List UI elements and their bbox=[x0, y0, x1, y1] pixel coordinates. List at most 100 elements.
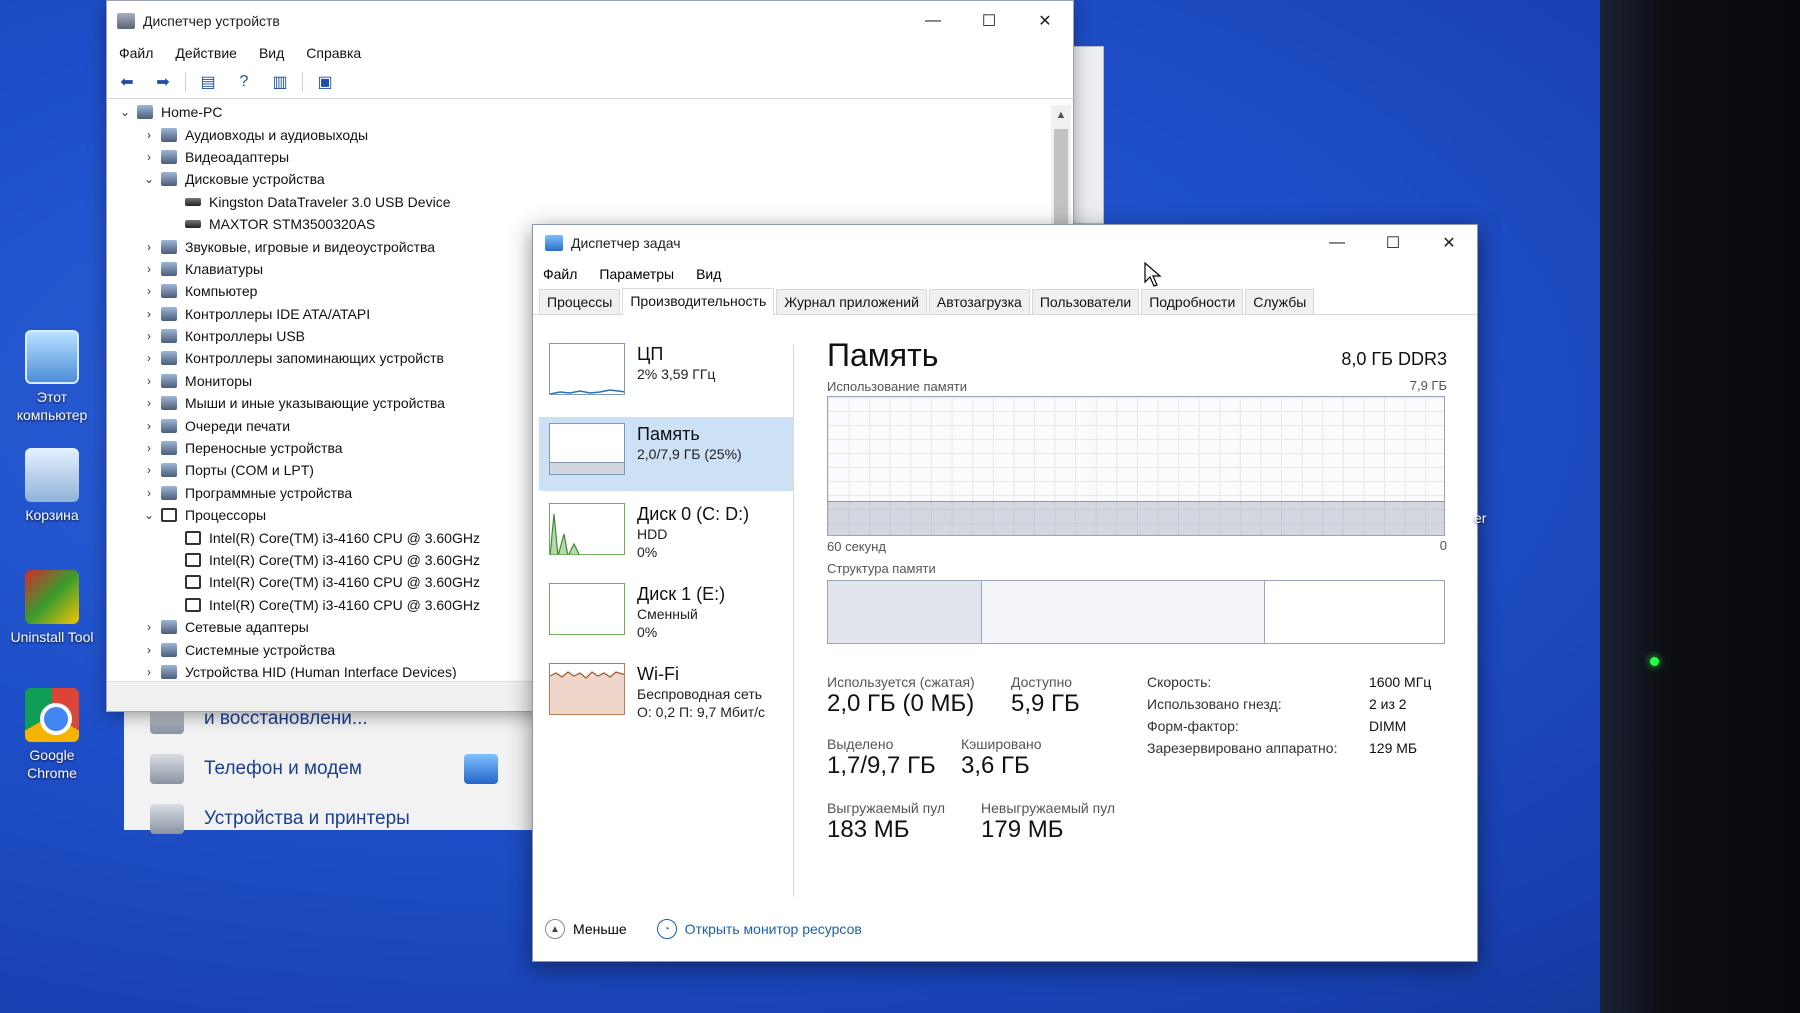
close-button[interactable]: ✕ bbox=[1017, 1, 1073, 41]
minimize-button[interactable]: — bbox=[905, 1, 961, 41]
wifi-sparkline bbox=[550, 671, 624, 714]
desktop-icon-recycle-bin[interactable]: Корзина bbox=[4, 448, 100, 524]
menu-action[interactable]: Действие bbox=[175, 45, 237, 61]
cp-item-devices-printers[interactable]: Устройства и принтеры bbox=[204, 808, 410, 830]
scan-hardware-icon[interactable]: ▣ bbox=[311, 70, 339, 94]
maximize-button[interactable]: ☐ bbox=[1365, 223, 1421, 263]
chevron-right-icon[interactable]: › bbox=[141, 419, 157, 433]
desktop-icon-this-pc[interactable]: Этот компьютер bbox=[4, 330, 100, 424]
sidebar-disk0-name: Диск 0 (C: D:) bbox=[637, 504, 750, 524]
back-arrow-icon[interactable]: ⬅ bbox=[113, 70, 141, 94]
help-icon[interactable]: ? bbox=[230, 70, 258, 94]
uninstall-tool-icon bbox=[25, 570, 79, 624]
forward-arrow-icon[interactable]: ➡ bbox=[149, 70, 177, 94]
chevron-down-icon[interactable]: ⌄ bbox=[141, 172, 157, 186]
view-icon[interactable]: ▥ bbox=[266, 70, 294, 94]
menu-file[interactable]: Файл bbox=[543, 266, 577, 282]
device-manager-titlebar[interactable]: Диспетчер устройств — ☐ ✕ bbox=[107, 1, 1073, 41]
minimize-button[interactable]: — bbox=[1309, 223, 1365, 263]
memory-properties: Скорость: 1600 МГц Использовано гнезд: 2 и… bbox=[1147, 674, 1447, 762]
structure-cached bbox=[982, 581, 1266, 643]
cpu-icon bbox=[185, 597, 201, 612]
chevron-right-icon[interactable]: › bbox=[141, 396, 157, 410]
disk0-sparkline bbox=[550, 513, 580, 554]
sidebar-item-disk0[interactable]: Диск 0 (C: D:) HDD 0% bbox=[539, 497, 793, 571]
properties-icon[interactable]: ▤ bbox=[194, 70, 222, 94]
sidebar-item-wifi[interactable]: Wi-Fi Беспроводная сеть О: 0,2 П: 9,7 Мб… bbox=[539, 657, 793, 731]
chevron-right-icon[interactable]: › bbox=[141, 262, 157, 276]
cached-label: Кэшировано bbox=[961, 736, 1042, 752]
tree-node-label: Устройства HID (Human Interface Devices) bbox=[185, 663, 457, 679]
tab-services[interactable]: Службы bbox=[1245, 289, 1315, 314]
toolbar-separator bbox=[302, 71, 303, 92]
task-manager-icon bbox=[545, 235, 563, 251]
cpu-icon bbox=[185, 530, 201, 545]
sidebar-disk1-usage: 0% bbox=[637, 624, 658, 640]
fewer-details-button[interactable]: Меньше bbox=[573, 921, 627, 937]
chevron-right-icon[interactable]: › bbox=[141, 486, 157, 500]
chevron-right-icon[interactable]: › bbox=[141, 150, 157, 164]
chevron-right-icon[interactable]: › bbox=[141, 307, 157, 321]
nonpaged-pool-label: Невыгружаемый пул bbox=[981, 800, 1116, 816]
tab-app-history[interactable]: Журнал приложений bbox=[776, 289, 927, 314]
tab-users[interactable]: Пользователи bbox=[1031, 289, 1140, 314]
tab-startup[interactable]: Автозагрузка bbox=[928, 289, 1030, 314]
chevron-right-icon[interactable]: › bbox=[141, 463, 157, 477]
windows-update-icon bbox=[464, 754, 498, 784]
chevron-up-icon[interactable]: ▲ bbox=[545, 919, 565, 939]
memory-usage-max: 7,9 ГБ bbox=[1409, 378, 1447, 393]
tree-node-label: Контроллеры запоминающих устройств bbox=[185, 350, 444, 367]
wifi-mini-graph bbox=[549, 663, 625, 715]
cp-item-phone-modem[interactable]: Телефон и модем bbox=[204, 758, 362, 780]
menu-view[interactable]: Вид bbox=[259, 45, 284, 61]
chevron-down-icon[interactable]: ⌄ bbox=[141, 508, 157, 522]
tree-node-label: Intel(R) Core(TM) i3-4160 CPU @ 3.60GHz bbox=[209, 529, 480, 546]
sidebar-item-cpu[interactable]: ЦП 2% 3,59 ГГц bbox=[539, 337, 793, 411]
tree-node[interactable]: ⌄ Home-PC bbox=[107, 101, 1051, 123]
task-manager-window: Диспетчер задач — ☐ ✕ Файл Параметры Вид… bbox=[532, 224, 1478, 962]
tree-node-label: Компьютер bbox=[185, 283, 258, 300]
chevron-right-icon[interactable]: › bbox=[141, 329, 157, 343]
port-icon bbox=[161, 463, 177, 478]
chevron-right-icon[interactable]: › bbox=[141, 284, 157, 298]
tree-node[interactable]: ⌄ Дисковые устройства bbox=[107, 168, 1051, 190]
tree-node[interactable]: › Аудиовходы и аудиовыходы bbox=[107, 123, 1051, 145]
tab-details[interactable]: Подробности bbox=[1141, 289, 1244, 314]
scroll-up-icon[interactable]: ▲ bbox=[1051, 105, 1071, 125]
hid-icon bbox=[161, 664, 177, 679]
maximize-button[interactable]: ☐ bbox=[961, 1, 1017, 41]
tree-node-label: Home-PC bbox=[161, 104, 223, 121]
chevron-right-icon[interactable]: › bbox=[141, 128, 157, 142]
desktop-icon-uninstall-tool[interactable]: Uninstall Tool bbox=[4, 570, 100, 646]
sidebar-item-memory[interactable]: Память 2,0/7,9 ГБ (25%) bbox=[539, 417, 793, 491]
desktop-icon-google-chrome[interactable]: Google Chrome bbox=[4, 688, 100, 782]
menu-file[interactable]: Файл bbox=[119, 45, 153, 61]
open-resource-monitor-link[interactable]: Открыть монитор ресурсов bbox=[685, 921, 862, 937]
tree-node[interactable]: Kingston DataTraveler 3.0 USB Device bbox=[107, 191, 1051, 213]
tree-node-label: Мыши и иные указывающие устройства bbox=[185, 395, 445, 412]
chevron-right-icon[interactable]: › bbox=[141, 620, 157, 634]
close-button[interactable]: ✕ bbox=[1421, 223, 1477, 263]
tree-node[interactable]: › Видеоадаптеры bbox=[107, 146, 1051, 168]
chevron-right-icon[interactable]: › bbox=[141, 240, 157, 254]
menu-options[interactable]: Параметры bbox=[599, 266, 674, 282]
chevron-down-icon[interactable]: ⌄ bbox=[117, 105, 133, 119]
chevron-right-icon[interactable]: › bbox=[141, 351, 157, 365]
chevron-right-icon[interactable]: › bbox=[141, 665, 157, 679]
scrollbar-thumb[interactable] bbox=[1054, 129, 1068, 225]
chevron-right-icon[interactable]: › bbox=[141, 643, 157, 657]
keyboard-icon bbox=[161, 261, 177, 276]
device-manager-menubar: Файл Действие Вид Справка bbox=[107, 41, 1073, 65]
toolbar-separator bbox=[185, 71, 186, 92]
menu-help[interactable]: Справка bbox=[306, 45, 361, 61]
memory-panel: Память 8,0 ГБ DDR3 Использование памяти … bbox=[827, 337, 1447, 864]
sidebar-item-disk1[interactable]: Диск 1 (E:) Сменный 0% bbox=[539, 577, 793, 651]
menu-view[interactable]: Вид bbox=[696, 266, 721, 282]
memory-mini-graph bbox=[549, 423, 625, 475]
tab-performance[interactable]: Производительность bbox=[622, 288, 775, 315]
chevron-right-icon[interactable]: › bbox=[141, 374, 157, 388]
tab-processes[interactable]: Процессы bbox=[539, 289, 621, 314]
task-manager-titlebar[interactable]: Диспетчер задач — ☐ ✕ bbox=[533, 225, 1477, 261]
chevron-right-icon[interactable]: › bbox=[141, 441, 157, 455]
desktop-icon-label: Uninstall Tool bbox=[10, 629, 94, 645]
